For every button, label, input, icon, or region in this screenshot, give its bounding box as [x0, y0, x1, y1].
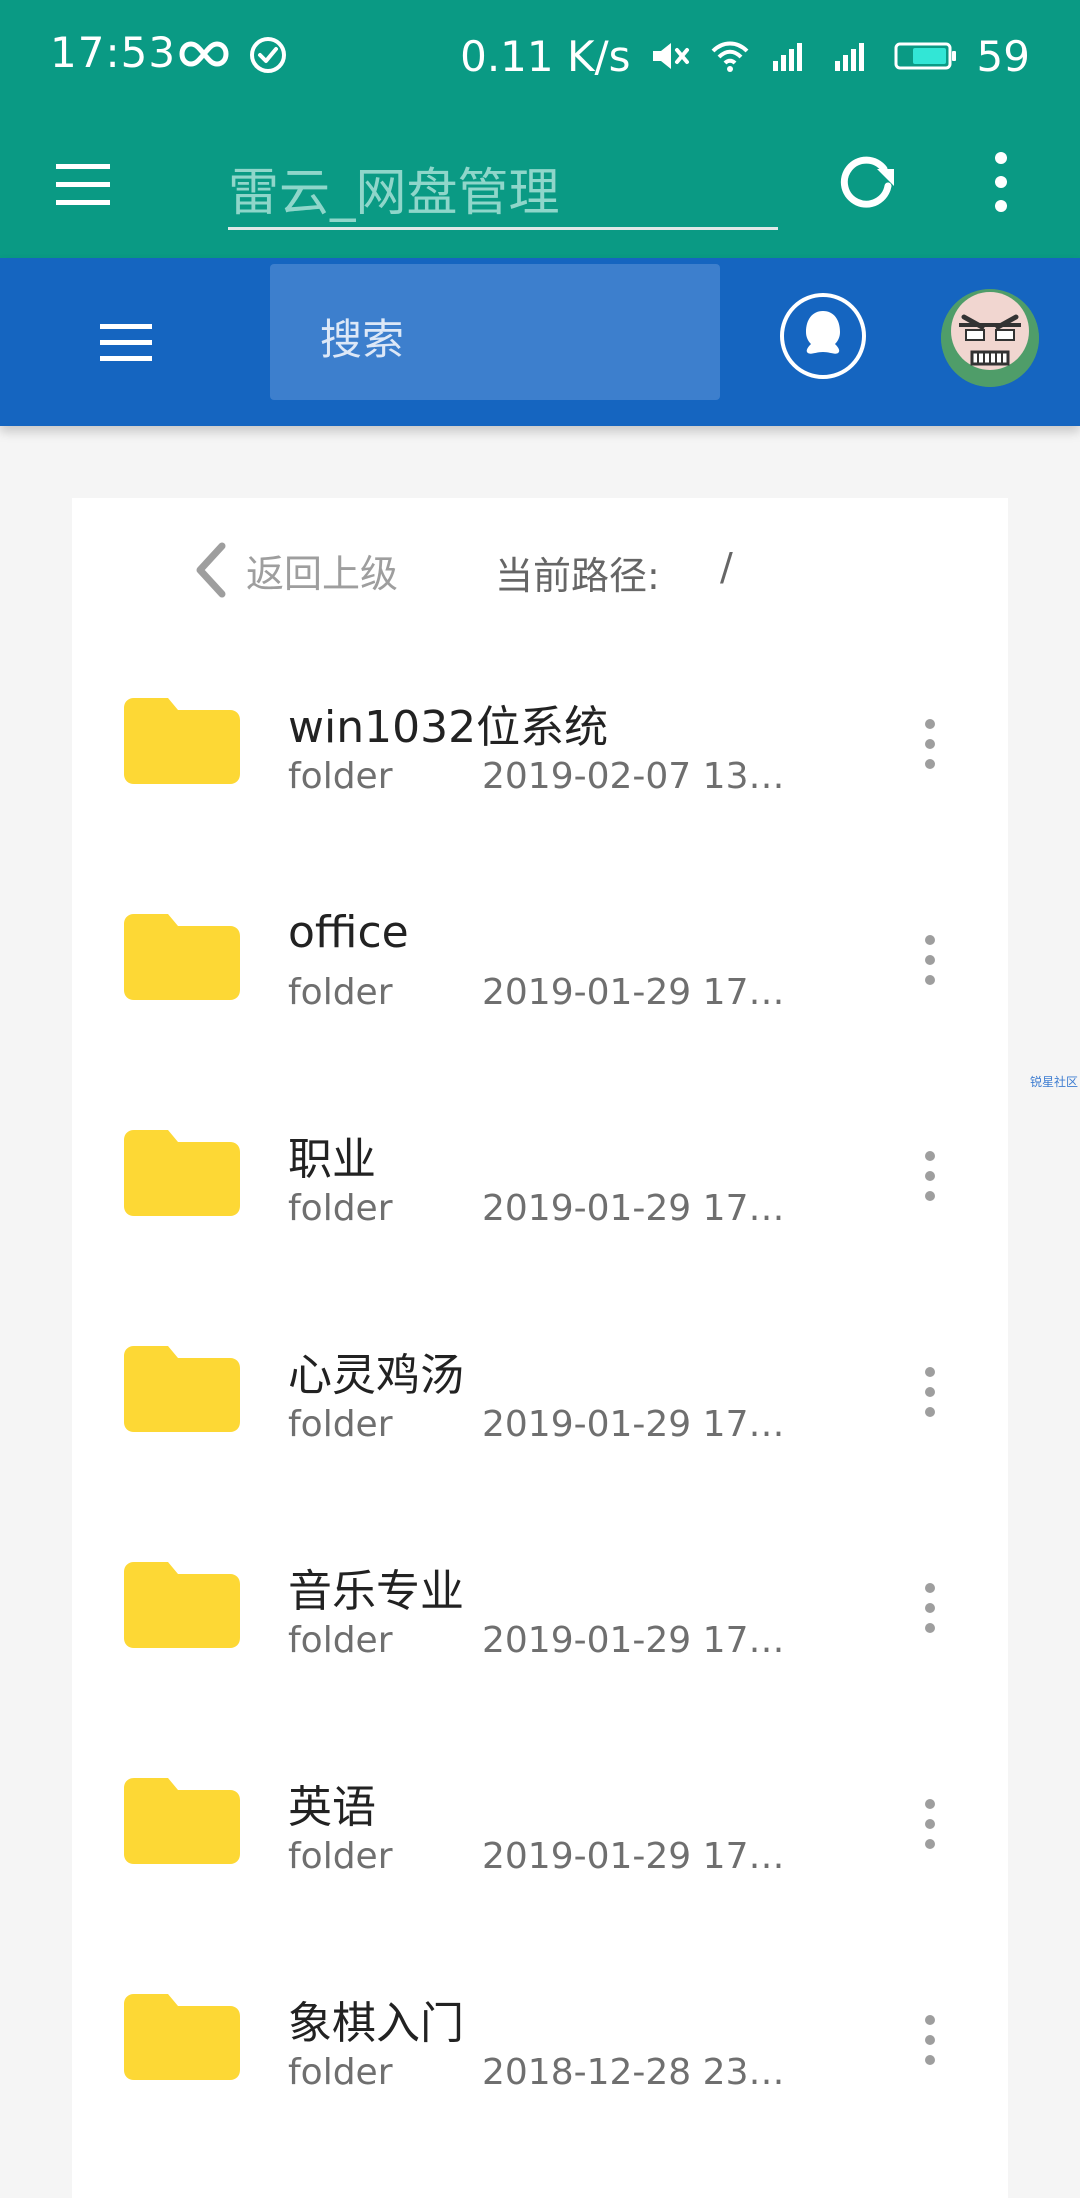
app-title: 雷云_网盘管理: [228, 164, 560, 223]
file-type: folder: [288, 1404, 393, 1445]
folder-icon: [124, 1130, 240, 1216]
list-item[interactable]: 音乐专业 folder 2019-01-29 17:19...: [72, 1500, 1008, 1716]
back-label: 返回上级: [246, 551, 399, 596]
app-title-field: 雷云_网盘管理: [228, 137, 778, 230]
current-path-label: 当前路径:: [495, 554, 660, 598]
file-name: 职业: [288, 1134, 376, 1185]
current-path: /: [720, 545, 733, 589]
search-input[interactable]: 搜索: [270, 264, 720, 400]
more-vert-icon[interactable]: [920, 1146, 940, 1206]
app-bar: 雷云_网盘管理: [0, 112, 1080, 258]
list-item[interactable]: 职业 folder 2019-01-29 17:26...: [72, 1068, 1008, 1284]
network-speed: 0.11 K/s: [460, 31, 631, 81]
back-button[interactable]: 返回上级: [194, 542, 398, 598]
file-type: folder: [288, 1620, 393, 1661]
list-item[interactable]: 象棋入门 folder 2018-12-28 23:49...: [72, 1932, 1008, 2148]
mute-icon: [652, 43, 689, 69]
signal-4g-icon: [772, 43, 802, 71]
list-item[interactable]: win1032位系统 folder 2019-02-07 13:33...: [72, 636, 1008, 852]
folder-icon: [124, 1778, 240, 1864]
status-bar: 17:53 0.11 K/s 59: [0, 0, 1080, 112]
battery-percent: 59: [976, 31, 1030, 81]
qq-icon[interactable]: [778, 291, 868, 381]
infinity-icon: [179, 41, 229, 67]
header-menu-icon[interactable]: [98, 314, 154, 370]
avatar-face-icon: [941, 289, 1039, 387]
more-vert-icon[interactable]: [986, 142, 1016, 222]
signal-icon: [834, 43, 864, 71]
avatar[interactable]: [941, 289, 1039, 387]
chevron-left-icon: [196, 542, 226, 598]
file-type: folder: [288, 1836, 393, 1877]
folder-icon: [124, 914, 240, 1000]
file-name: 音乐专业: [288, 1566, 464, 1617]
list-item[interactable]: 心灵鸡汤 folder 2019-01-29 17:24...: [72, 1284, 1008, 1500]
file-type: folder: [288, 1188, 393, 1229]
search-placeholder: 搜索: [320, 315, 405, 364]
status-time: 17:53: [50, 28, 177, 77]
folder-icon: [124, 1346, 240, 1432]
folder-icon: [124, 698, 240, 784]
file-type: folder: [288, 2052, 393, 2093]
web-header: 搜索: [0, 258, 1080, 426]
wifi-icon: [711, 41, 748, 72]
folder-icon: [124, 1994, 240, 2080]
file-modified: 2018-12-28 23:49...: [482, 2052, 792, 2093]
more-vert-icon[interactable]: [920, 714, 940, 774]
file-name: win1032位系统: [288, 702, 609, 753]
file-type: folder: [288, 756, 393, 797]
file-modified: 2019-01-29 17:19...: [482, 1620, 792, 1661]
file-modified: 2019-02-07 13:33...: [482, 756, 792, 797]
folder-icon: [124, 1562, 240, 1648]
list-item[interactable]: 英语 folder 2019-01-29 17:17...: [72, 1716, 1008, 1932]
file-name: 英语: [288, 1782, 376, 1833]
file-list: win1032位系统 folder 2019-02-07 13:33... of…: [72, 636, 1008, 2148]
file-modified: 2019-01-29 17:32...: [482, 972, 792, 1013]
file-type: folder: [288, 972, 393, 1013]
file-modified: 2019-01-29 17:24...: [482, 1404, 792, 1445]
check-circle-icon: [250, 37, 286, 73]
file-modified: 2019-01-29 17:26...: [482, 1188, 792, 1229]
more-vert-icon[interactable]: [920, 1362, 940, 1422]
file-panel: 返回上级 当前路径: / win1032位系统 folder 2019-02-0…: [72, 498, 1008, 2198]
more-vert-icon[interactable]: [920, 930, 940, 990]
file-name: 象棋入门: [288, 1998, 464, 2049]
more-vert-icon[interactable]: [920, 1578, 940, 1638]
list-item[interactable]: office folder 2019-01-29 17:32...: [72, 852, 1008, 1068]
battery-icon: [894, 42, 956, 70]
more-vert-icon[interactable]: [920, 1794, 940, 1854]
file-modified: 2019-01-29 17:17...: [482, 1836, 792, 1877]
refresh-icon[interactable]: [834, 149, 900, 215]
menu-icon[interactable]: [52, 154, 114, 216]
breadcrumb: 返回上级 当前路径: /: [72, 498, 1008, 636]
file-name: office: [288, 907, 409, 958]
watermark: 锐星社区: [1030, 1075, 1079, 1089]
file-name: 心灵鸡汤: [288, 1350, 464, 1401]
status-icons: 0.11 K/s 59: [460, 28, 1030, 84]
more-vert-icon[interactable]: [920, 2010, 940, 2070]
